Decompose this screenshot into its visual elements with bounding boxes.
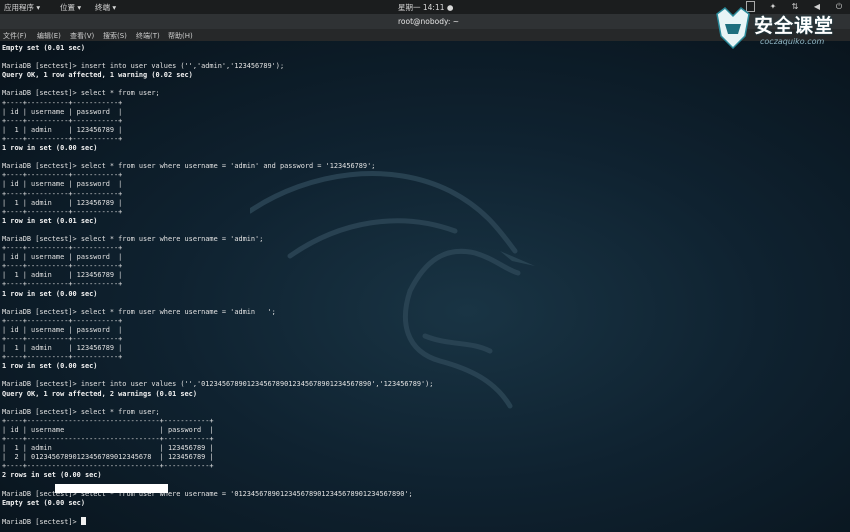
clock[interactable]: 星期一 14:11 ● [398, 2, 453, 13]
terminal-line: | id | username | password | [2, 325, 123, 334]
terminal-line: | 1 | admin | 123456789 | [2, 444, 214, 453]
terminal-line: Query OK, 1 row affected, 2 warnings (0.… [2, 389, 197, 398]
menu-help[interactable]: 帮助(H) [168, 31, 193, 41]
terminal-line: | id | username | password | [2, 253, 123, 262]
terminal-line: +----+----------+-----------+ [2, 353, 123, 362]
terminal-line: +----+----------+-----------+ [2, 316, 123, 325]
terminal-line: | 1 | admin | 123456789 | [2, 344, 123, 353]
terminal-line: MariaDB [sectest]> insert into user valu… [2, 62, 285, 71]
terminal-line: +----+----------+-----------+ [2, 262, 123, 271]
applications-menu[interactable]: 应用程序 ▾ [4, 2, 40, 13]
menu-file[interactable]: 文件(F) [3, 31, 27, 41]
terminal-line: +----+----------+-----------+ [2, 189, 123, 198]
terminal-line: | 2 | 01234567890123456789012345678 | 12… [2, 453, 214, 462]
terminal-line: 1 row in set (0.00 sec) [2, 144, 98, 153]
terminal-line: +----+----------+-----------+ [2, 335, 123, 343]
terminal-line: +----+----------+-----------+ [2, 280, 123, 289]
terminal-line: Empty set (0.00 sec) [2, 498, 85, 507]
window-title: root@nobody: ~ [398, 17, 460, 26]
terminal-line: +----+----------+-----------+ [2, 116, 123, 125]
menu-edit[interactable]: 编辑(E) [37, 31, 61, 41]
watermark-text: 安全课堂 [754, 15, 835, 37]
terminal-line: 1 row in set (0.01 sec) [2, 216, 98, 225]
terminal-line: MariaDB [sectest]> select * from user wh… [2, 307, 276, 316]
terminal-line: 2 rows in set (0.00 sec) [2, 471, 102, 480]
terminal-line: | 1 | admin | 123456789 | [2, 271, 123, 280]
terminal-line: 1 row in set (0.00 sec) [2, 289, 98, 298]
terminal-line: +----+----------+-----------+ [2, 244, 123, 253]
terminal-app-menu[interactable]: 终端 ▾ [95, 2, 116, 13]
terminal-line: | id | username | password | [2, 180, 123, 189]
menu-search[interactable]: 搜索(S) [103, 31, 127, 41]
prompt-text: MariaDB [sectest]> [2, 517, 81, 526]
terminal-line: 1 row in set (0.00 sec) [2, 362, 98, 371]
text-cursor [80, 516, 86, 525]
terminal-line: | 1 | admin | 123456789 | [2, 198, 123, 207]
terminal-line: MariaDB [sectest]> select * from user wh… [2, 234, 264, 243]
watermark-subtext: coczaquiko.com [760, 37, 825, 46]
prompt-line[interactable]: MariaDB [sectest]> [2, 516, 433, 527]
terminal-output: Empty set (0.01 sec) MariaDB [sectest]> i… [2, 44, 433, 527]
terminal-line: | 1 | admin | 123456789 | [2, 125, 123, 134]
terminal-line: | id | username | password | [2, 107, 123, 116]
terminal-line: +----+----------+-----------+ [2, 98, 123, 107]
menu-terminal[interactable]: 终端(T) [136, 31, 160, 41]
terminal-line: MariaDB [sectest]> insert into user valu… [2, 380, 434, 389]
terminal-line: MariaDB [sectest]> select * from user; [2, 89, 160, 98]
redaction-box [55, 484, 168, 493]
menu-view[interactable]: 查看(V) [70, 31, 94, 41]
terminal-line: +----+----------+-----------+ [2, 134, 123, 143]
terminal-line: +----+----------+-----------+ [2, 171, 123, 180]
terminal-line: Empty set (0.01 sec) [2, 44, 85, 52]
terminal-line: +----+----------+-----------+ [2, 207, 123, 216]
terminal-line: Query OK, 1 row affected, 1 warning (0.0… [2, 71, 193, 80]
terminal-body[interactable]: Empty set (0.01 sec) MariaDB [sectest]> i… [0, 41, 850, 532]
terminal-line: MariaDB [sectest]> select * from user; [2, 407, 160, 416]
terminal-line: +----+--------------------------------+-… [2, 416, 214, 425]
terminal-line: MariaDB [sectest]> select * from user wh… [2, 162, 376, 171]
terminal-line: +----+--------------------------------+-… [2, 462, 214, 471]
terminal-line: +----+--------------------------------+-… [2, 435, 214, 444]
places-menu[interactable]: 位置 ▾ [60, 2, 81, 13]
terminal-line: | id | username | password | [2, 425, 214, 434]
